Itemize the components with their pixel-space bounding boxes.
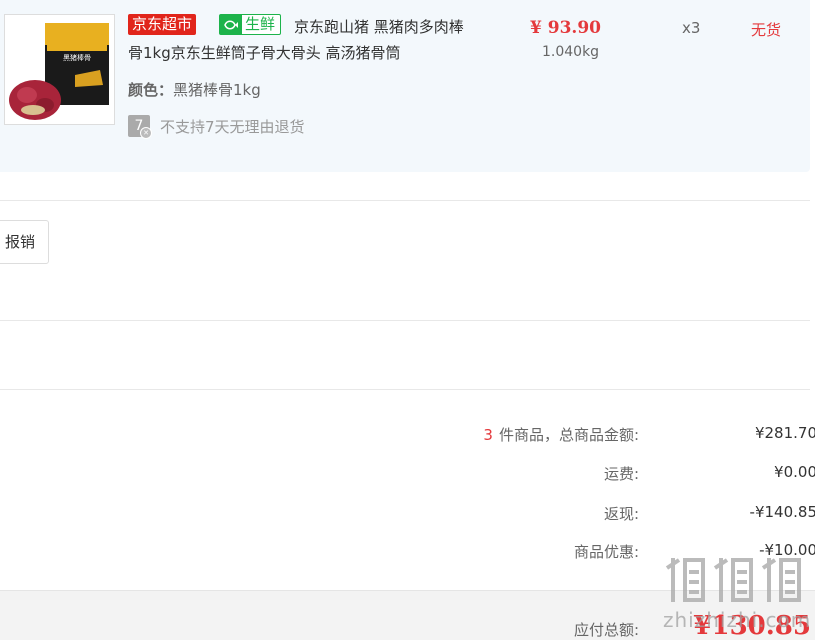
- items-total-label: 3 件商品，总商品金额:: [483, 424, 639, 445]
- divider: [0, 389, 810, 390]
- unit-price: ¥ 93.90: [530, 18, 601, 38]
- product-panel: 黑猪棒骨 京东超市 生鲜 京东跑山猪 黑猪肉多肉棒骨1kg京东生鲜筒子骨大骨头 …: [0, 0, 810, 172]
- package-label: 黑猪棒骨: [63, 53, 91, 62]
- divider: [0, 200, 810, 201]
- no-return-icon: 7 ✕: [128, 115, 152, 139]
- color-value: 黑猪棒骨1kg: [173, 81, 261, 99]
- product-title-link[interactable]: 京东跑山猪 黑猪肉多肉棒骨1kg京东生鲜筒子骨大骨头 高汤猪骨筒: [128, 14, 468, 66]
- discount-label: 商品优惠:: [573, 543, 639, 561]
- color-label: 颜色：: [128, 81, 174, 99]
- shipping-value: ¥0.00: [774, 463, 815, 481]
- shipping-label: 运费:: [603, 465, 639, 483]
- product-weight: 1.040kg: [542, 44, 600, 60]
- stock-status: 无货: [751, 21, 782, 39]
- discount-value: -¥10.00: [759, 541, 815, 559]
- quantity: x3: [682, 19, 701, 37]
- cashback-value: -¥140.85: [749, 503, 815, 521]
- items-label-text: 件商品，总商品金额:: [498, 426, 639, 444]
- product-thumbnail[interactable]: 黑猪棒骨: [4, 14, 115, 125]
- color-spec: 颜色：黑猪棒骨1kg: [128, 79, 261, 100]
- cross-icon: ✕: [140, 127, 152, 139]
- items-count: 3: [483, 426, 493, 444]
- product-image: 黑猪棒骨: [5, 15, 114, 124]
- return-policy-text: 不支持7天无理由退货: [160, 117, 305, 136]
- return-policy-row: 7 ✕ 不支持7天无理由退货: [128, 115, 305, 139]
- items-total-value: ¥281.70: [754, 424, 815, 442]
- payable-value: ¥130.85: [693, 611, 811, 641]
- payable-label: 应付总额:: [573, 621, 639, 639]
- expense-button[interactable]: 报销: [0, 220, 49, 264]
- divider: [0, 320, 810, 321]
- cashback-label: 返现:: [603, 505, 639, 523]
- payable-bar: 应付总额: ¥130.85: [0, 590, 815, 641]
